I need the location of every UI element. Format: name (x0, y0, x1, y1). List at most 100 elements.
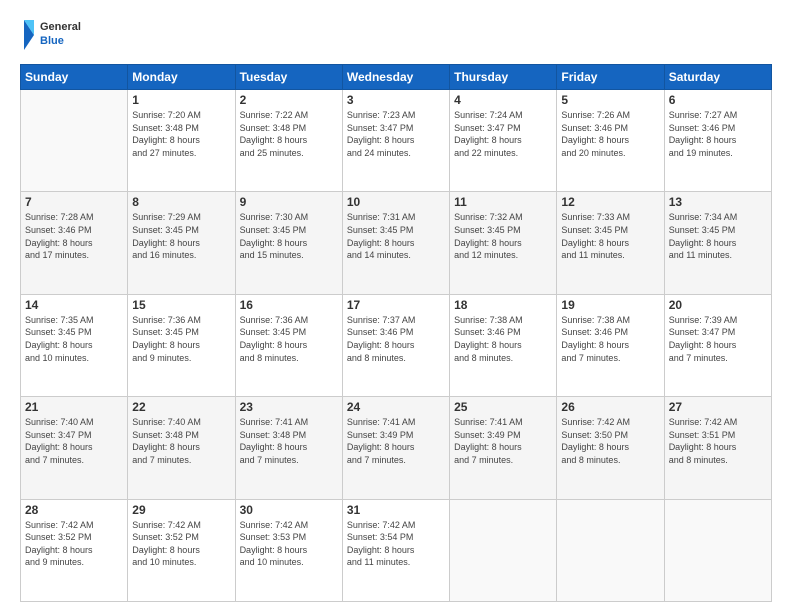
day-number: 5 (561, 93, 659, 107)
day-number: 29 (132, 503, 230, 517)
day-info: Sunrise: 7:32 AM Sunset: 3:45 PM Dayligh… (454, 211, 552, 261)
day-number: 22 (132, 400, 230, 414)
calendar-day-header: Sunday (21, 65, 128, 90)
calendar-day-header: Wednesday (342, 65, 449, 90)
logo: General Blue (20, 16, 90, 54)
day-info: Sunrise: 7:35 AM Sunset: 3:45 PM Dayligh… (25, 314, 123, 364)
day-info: Sunrise: 7:37 AM Sunset: 3:46 PM Dayligh… (347, 314, 445, 364)
svg-text:Blue: Blue (40, 35, 64, 47)
calendar-cell: 20 Sunrise: 7:39 AM Sunset: 3:47 PM Dayli… (664, 294, 771, 396)
calendar-cell: 15 Sunrise: 7:36 AM Sunset: 3:45 PM Dayli… (128, 294, 235, 396)
day-number: 16 (240, 298, 338, 312)
day-number: 23 (240, 400, 338, 414)
day-info: Sunrise: 7:22 AM Sunset: 3:48 PM Dayligh… (240, 109, 338, 159)
day-number: 31 (347, 503, 445, 517)
calendar-cell: 28Sunrise: 7:42 AM Sunset: 3:52 PM Dayli… (21, 499, 128, 601)
day-info: Sunrise: 7:42 AM Sunset: 3:52 PM Dayligh… (132, 519, 230, 569)
day-number: 27 (669, 400, 767, 414)
svg-text:General: General (40, 21, 81, 33)
calendar-week-row: 28 Sunrise: 7:42 AM Sunset: 3:52 PM Dayli… (21, 499, 772, 601)
calendar-cell: 10Sunrise: 7:31 AM Sunset: 3:45 PM Dayli… (342, 192, 449, 294)
day-number: 10 (347, 195, 445, 209)
day-number: 18 (454, 298, 552, 312)
day-number: 13 (669, 195, 767, 209)
day-info: Sunrise: 7:38 AM Sunset: 3:46 PM Dayligh… (454, 314, 552, 364)
day-number: 14 (25, 298, 123, 312)
calendar-week-row: 1 Sunrise: 7:20 AM Sunset: 3:48 PM Daylig… (21, 90, 772, 192)
calendar-cell: 12 Sunrise: 7:33 AM Sunset: 3:45 PM Dayli… (557, 192, 664, 294)
calendar-cell: 9 Sunrise: 7:30 AM Sunset: 3:45 PM Daylig… (235, 192, 342, 294)
day-info: Sunrise: 7:24 AM Sunset: 3:47 PM Dayligh… (454, 109, 552, 159)
day-info: Sunrise: 7:36 AM Sunset: 3:45 PM Dayligh… (240, 314, 338, 364)
day-info: Sunrise: 7:42 AM Sunset: 3:50 PM Dayligh… (561, 416, 659, 466)
day-info: Sunrise: 7:40 AM Sunset: 3:48 PM Dayligh… (132, 416, 230, 466)
day-number: 1 (132, 93, 230, 107)
calendar-day-header: Tuesday (235, 65, 342, 90)
day-number: 30 (240, 503, 338, 517)
day-info: Sunrise: 7:28 AM Sunset: 3:46 PM Dayligh… (25, 211, 123, 261)
day-number: 8 (132, 195, 230, 209)
calendar-week-row: 14 Sunrise: 7:35 AM Sunset: 3:45 PM Dayli… (21, 294, 772, 396)
day-number: 7 (25, 195, 123, 209)
day-number: 3 (347, 93, 445, 107)
day-info: Sunrise: 7:26 AM Sunset: 3:46 PM Dayligh… (561, 109, 659, 159)
calendar-cell: 27 Sunrise: 7:42 AM Sunset: 3:51 PM Dayli… (664, 397, 771, 499)
day-info: Sunrise: 7:20 AM Sunset: 3:48 PM Dayligh… (132, 109, 230, 159)
day-number: 21 (25, 400, 123, 414)
day-number: 6 (669, 93, 767, 107)
day-info: Sunrise: 7:41 AM Sunset: 3:48 PM Dayligh… (240, 416, 338, 466)
calendar-cell: 19 Sunrise: 7:38 AM Sunset: 3:46 PM Dayli… (557, 294, 664, 396)
day-info: Sunrise: 7:27 AM Sunset: 3:46 PM Dayligh… (669, 109, 767, 159)
calendar-table: SundayMondayTuesdayWednesdayThursdayFrid… (20, 64, 772, 602)
calendar-cell: 2 Sunrise: 7:22 AM Sunset: 3:48 PM Daylig… (235, 90, 342, 192)
calendar-day-header: Thursday (450, 65, 557, 90)
day-number: 9 (240, 195, 338, 209)
calendar-cell: 29 Sunrise: 7:42 AM Sunset: 3:52 PM Dayli… (128, 499, 235, 601)
calendar-cell: 21 Sunrise: 7:40 AM Sunset: 3:47 PM Dayli… (21, 397, 128, 499)
calendar-cell: 13 Sunrise: 7:34 AM Sunset: 3:45 PM Dayli… (664, 192, 771, 294)
calendar-cell: 11 Sunrise: 7:32 AM Sunset: 3:45 PM Dayli… (450, 192, 557, 294)
calendar-cell: 24 Sunrise: 7:41 AM Sunset: 3:49 PM Dayli… (342, 397, 449, 499)
calendar-cell: 17 Sunrise: 7:37 AM Sunset: 3:46 PM Dayli… (342, 294, 449, 396)
calendar-cell: 5 Sunrise: 7:26 AM Sunset: 3:46 PM Daylig… (557, 90, 664, 192)
calendar-day-header: Friday (557, 65, 664, 90)
day-info: Sunrise: 7:29 AM Sunset: 3:45 PM Dayligh… (132, 211, 230, 261)
day-number: 20 (669, 298, 767, 312)
header: General Blue (20, 16, 772, 54)
calendar-cell: 30 Sunrise: 7:42 AM Sunset: 3:53 PM Dayli… (235, 499, 342, 601)
calendar-week-row: 21 Sunrise: 7:40 AM Sunset: 3:47 PM Dayli… (21, 397, 772, 499)
day-number: 2 (240, 93, 338, 107)
calendar-cell: 23 Sunrise: 7:41 AM Sunset: 3:48 PM Dayli… (235, 397, 342, 499)
calendar-cell: 7 Sunrise: 7:28 AM Sunset: 3:46 PM Daylig… (21, 192, 128, 294)
calendar-cell: 25Sunrise: 7:41 AM Sunset: 3:49 PM Dayli… (450, 397, 557, 499)
day-info: Sunrise: 7:36 AM Sunset: 3:45 PM Dayligh… (132, 314, 230, 364)
day-number: 12 (561, 195, 659, 209)
calendar-header-row: SundayMondayTuesdayWednesdayThursdayFrid… (21, 65, 772, 90)
calendar-week-row: 7 Sunrise: 7:28 AM Sunset: 3:46 PM Daylig… (21, 192, 772, 294)
day-info: Sunrise: 7:40 AM Sunset: 3:47 PM Dayligh… (25, 416, 123, 466)
calendar-cell: 31Sunrise: 7:42 AM Sunset: 3:54 PM Dayli… (342, 499, 449, 601)
day-number: 24 (347, 400, 445, 414)
day-number: 15 (132, 298, 230, 312)
calendar-cell (557, 499, 664, 601)
day-number: 11 (454, 195, 552, 209)
day-number: 19 (561, 298, 659, 312)
calendar-cell: 6 Sunrise: 7:27 AM Sunset: 3:46 PM Daylig… (664, 90, 771, 192)
day-info: Sunrise: 7:33 AM Sunset: 3:45 PM Dayligh… (561, 211, 659, 261)
calendar-cell: 3Sunrise: 7:23 AM Sunset: 3:47 PM Daylig… (342, 90, 449, 192)
day-info: Sunrise: 7:39 AM Sunset: 3:47 PM Dayligh… (669, 314, 767, 364)
day-info: Sunrise: 7:38 AM Sunset: 3:46 PM Dayligh… (561, 314, 659, 364)
day-number: 26 (561, 400, 659, 414)
day-number: 17 (347, 298, 445, 312)
calendar-cell (21, 90, 128, 192)
day-info: Sunrise: 7:30 AM Sunset: 3:45 PM Dayligh… (240, 211, 338, 261)
calendar-cell: 18 Sunrise: 7:38 AM Sunset: 3:46 PM Dayli… (450, 294, 557, 396)
day-number: 28 (25, 503, 123, 517)
day-info: Sunrise: 7:34 AM Sunset: 3:45 PM Dayligh… (669, 211, 767, 261)
day-info: Sunrise: 7:42 AM Sunset: 3:51 PM Dayligh… (669, 416, 767, 466)
day-info: Sunrise: 7:42 AM Sunset: 3:53 PM Dayligh… (240, 519, 338, 569)
calendar-day-header: Saturday (664, 65, 771, 90)
calendar-cell: 4Sunrise: 7:24 AM Sunset: 3:47 PM Daylig… (450, 90, 557, 192)
calendar-cell (450, 499, 557, 601)
day-info: Sunrise: 7:41 AM Sunset: 3:49 PM Dayligh… (347, 416, 445, 466)
